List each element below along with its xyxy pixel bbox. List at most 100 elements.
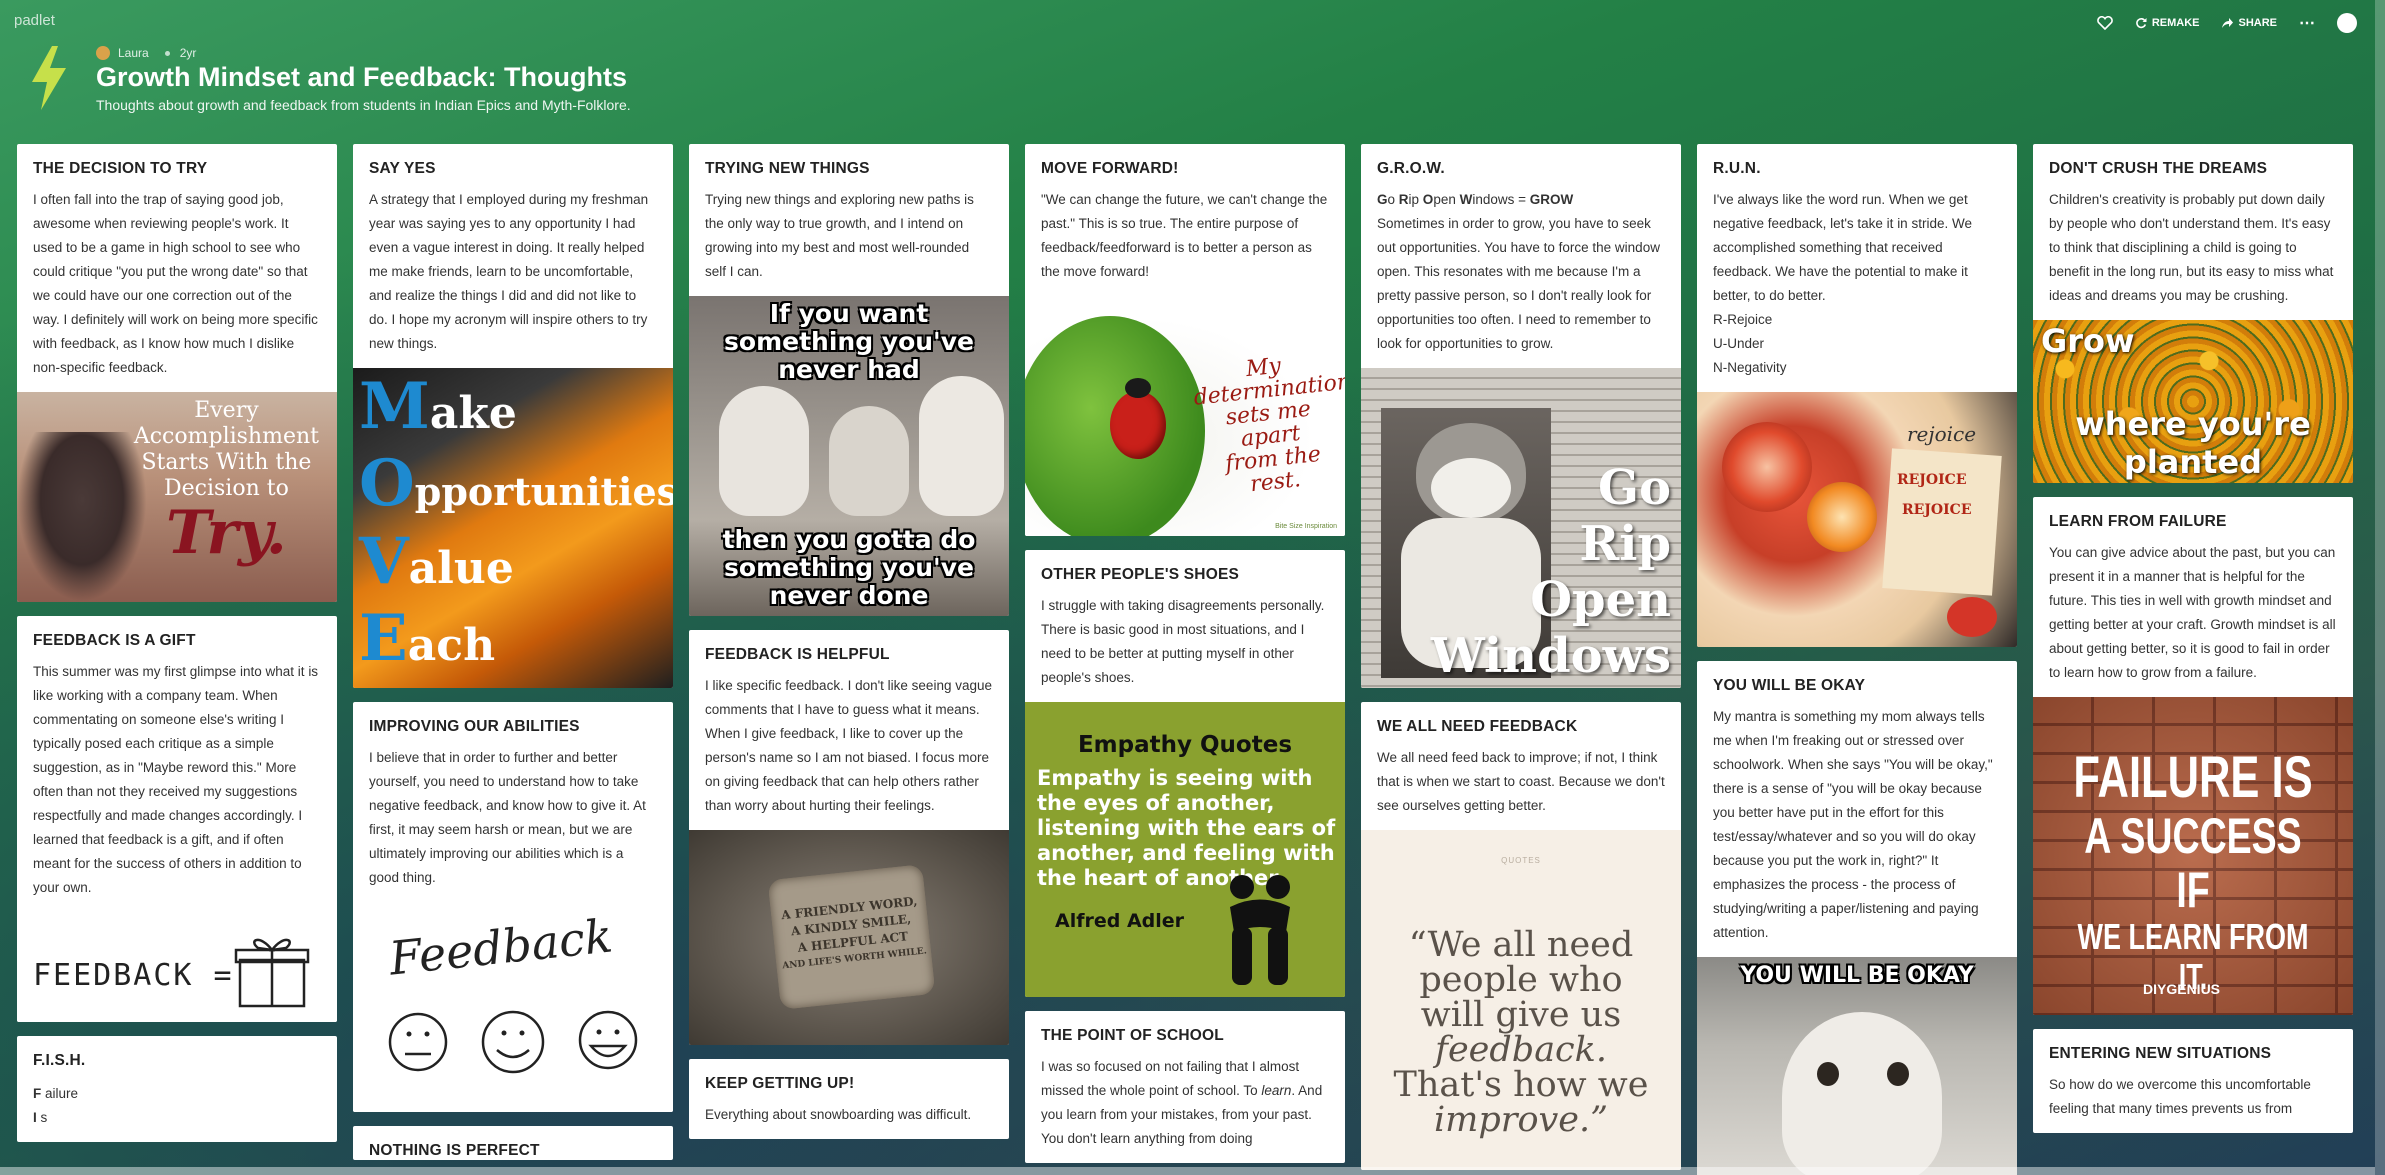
faces-icon [388, 1010, 638, 1074]
image-text: Every [194, 398, 259, 423]
page-title: Growth Mindset and Feedback: Thoughts [96, 62, 628, 92]
cat-window-image: Go Rip Open Windows [1361, 368, 1681, 688]
post-card[interactable]: FEEDBACK IS A GIFT This summer was my fi… [17, 616, 337, 1022]
post-card[interactable]: SAY YES A strategy that I employed durin… [353, 144, 673, 688]
image-text: A SUCCESS IF [2084, 808, 2302, 918]
separator-dot [164, 50, 170, 56]
post-card[interactable]: IMPROVING OUR ABILITIES I believe that i… [353, 702, 673, 1112]
image-text: improve.” [1433, 1100, 1609, 1140]
image-text: will give us [1420, 995, 1622, 1035]
post-body: I was so focused on not failing that I a… [1041, 1059, 1323, 1146]
post-body: You can give advice about the past, but … [2049, 545, 2336, 680]
post-body: Trying new things and exploring new path… [705, 192, 974, 279]
more-button[interactable]: ⋯ [2299, 13, 2315, 33]
more-icon: ⋯ [2299, 15, 2315, 32]
image-text: Empathy Quotes [1077, 732, 1293, 758]
post-card[interactable]: R.U.N. I've always like the word run. Wh… [1697, 144, 2017, 647]
husky-meme-image: If you want something you've never had t… [689, 296, 1009, 616]
image-text: Feedback [386, 908, 616, 986]
image-text: Grow [2041, 322, 2135, 360]
image-text: Open [1530, 572, 1671, 628]
vertical-scrollbar[interactable] [2375, 0, 2385, 1175]
share-button[interactable]: SHARE [2221, 17, 2277, 29]
image-text: Alfred Adler [1055, 910, 1185, 932]
post-title: THE DECISION TO TRY [33, 160, 208, 177]
post-title: TRYING NEW THINGS [705, 160, 870, 177]
user-avatar[interactable] [2337, 13, 2357, 33]
post-title: FEEDBACK IS HELPFUL [705, 646, 890, 663]
image-credit: Bite Size Inspiration [1275, 523, 1337, 530]
empathy-quote-image: Empathy Quotes Empathy is seeing with th… [1025, 702, 1345, 997]
move-acronym-image: Make Opportunities Value Each [353, 368, 673, 688]
post-body: This summer was my first glimpse into wh… [33, 664, 319, 895]
column-1: THE DECISION TO TRY I often fall into th… [17, 144, 337, 1156]
post-body: My mantra is something my mom always tel… [1713, 709, 1993, 940]
post-title: KEEP GETTING UP! [705, 1075, 855, 1092]
post-card[interactable]: WE ALL NEED FEEDBACK We all need feed ba… [1361, 702, 1681, 1170]
feedback-quote-image: QUOTES “We all need people who will give… [1361, 830, 1681, 1170]
image-text: FAILURE IS [2073, 745, 2313, 810]
post-body: Children's creativity is probably put do… [2049, 192, 2334, 303]
post-body: So how do we overcome this uncomfortable… [2049, 1077, 2311, 1116]
post-card[interactable]: KEEP GETTING UP! Everything about snowbo… [689, 1059, 1009, 1139]
post-card[interactable]: THE POINT OF SCHOOL I was so focused on … [1025, 1011, 1345, 1163]
lightning-bolt-icon [32, 46, 66, 110]
remake-icon [2135, 18, 2147, 29]
post-card[interactable]: TRYING NEW THINGS Trying new things and … [689, 144, 1009, 616]
post-body: I often fall into the trap of saying goo… [33, 192, 318, 375]
column-5: G.R.O.W. Go Rip Open Windows = GROW Some… [1361, 144, 1681, 1175]
post-card[interactable]: THE DECISION TO TRY I often fall into th… [17, 144, 337, 602]
share-icon [2222, 18, 2234, 28]
author-name[interactable]: Laura [118, 46, 149, 60]
post-card[interactable]: FEEDBACK IS HELPFUL I like specific feed… [689, 630, 1009, 1045]
post-meta: Laura 2yr [96, 46, 196, 60]
remake-button[interactable]: REMAKE [2135, 17, 2200, 29]
embrace-figures-icon [1230, 875, 1290, 985]
image-text: Accomplishment [133, 424, 319, 449]
post-card[interactable]: YOU WILL BE OKAY My mantra is something … [1697, 661, 2017, 1175]
image-text: REJOICE [1902, 502, 1972, 518]
share-label: SHARE [2238, 17, 2277, 29]
horizontal-scrollbar[interactable] [0, 1167, 2375, 1175]
column-7: DON'T CRUSH THE DREAMS Children's creati… [2033, 144, 2353, 1147]
post-card[interactable]: NOTHING IS PERFECT [353, 1126, 673, 1160]
author-avatar[interactable] [96, 46, 110, 60]
image-text: QUOTES [1501, 856, 1541, 865]
padlet-logo[interactable]: padlet [14, 12, 55, 29]
post-age: 2yr [179, 46, 197, 60]
feedback-gift-image: FEEDBACK = [17, 912, 337, 1022]
image-text: then you gotta do something you've never… [722, 525, 976, 610]
post-title: SAY YES [369, 160, 436, 177]
post-body: I struggle with taking disagreements per… [1041, 598, 1325, 685]
post-title: MOVE FORWARD! [1041, 160, 1179, 177]
image-text: If you want something you've never had [724, 299, 974, 384]
ladybug-image: My determination sets me apart from the … [1025, 296, 1345, 536]
gift-icon [234, 938, 310, 1008]
remake-label: REMAKE [2151, 17, 2200, 29]
image-text: people who [1419, 960, 1623, 1000]
heart-icon [2097, 16, 2113, 30]
failure-brick-image: FAILURE IS A SUCCESS IF WE LEARN FROM IT… [2033, 697, 2353, 1015]
post-card[interactable]: MOVE FORWARD! "We can change the future,… [1025, 144, 1345, 536]
like-button[interactable] [2097, 16, 2113, 30]
image-text: Go [1597, 460, 1671, 516]
post-body: I believe that in order to further and b… [369, 750, 646, 885]
post-title: YOU WILL BE OKAY [1713, 677, 1866, 694]
image-text: Windows [1430, 628, 1671, 684]
post-card[interactable]: F.I.S.H. F ailure I s [17, 1036, 337, 1142]
image-text: “We all need [1408, 925, 1634, 965]
image-text: That's how we [1393, 1065, 1649, 1105]
post-card[interactable]: G.R.O.W. Go Rip Open Windows = GROW Some… [1361, 144, 1681, 688]
post-body: Everything about snowboarding was diffic… [705, 1107, 972, 1122]
post-card[interactable]: LEARN FROM FAILURE You can give advice a… [2033, 497, 2353, 1015]
post-title: G.R.O.W. [1377, 160, 1445, 177]
post-card[interactable]: OTHER PEOPLE'S SHOES I struggle with tak… [1025, 550, 1345, 997]
image-text: Try. [166, 498, 287, 568]
image-text: rejoice [1907, 422, 1977, 446]
image-text: Starts With the [141, 450, 312, 475]
image-text: feedback. [1435, 1030, 1607, 1070]
post-title: THE POINT OF SCHOOL [1041, 1027, 1224, 1044]
image-text: YOU WILL BE OKAY [1740, 963, 1974, 988]
post-card[interactable]: ENTERING NEW SITUATIONS So how do we ove… [2033, 1029, 2353, 1133]
post-card[interactable]: DON'T CRUSH THE DREAMS Children's creati… [2033, 144, 2353, 483]
